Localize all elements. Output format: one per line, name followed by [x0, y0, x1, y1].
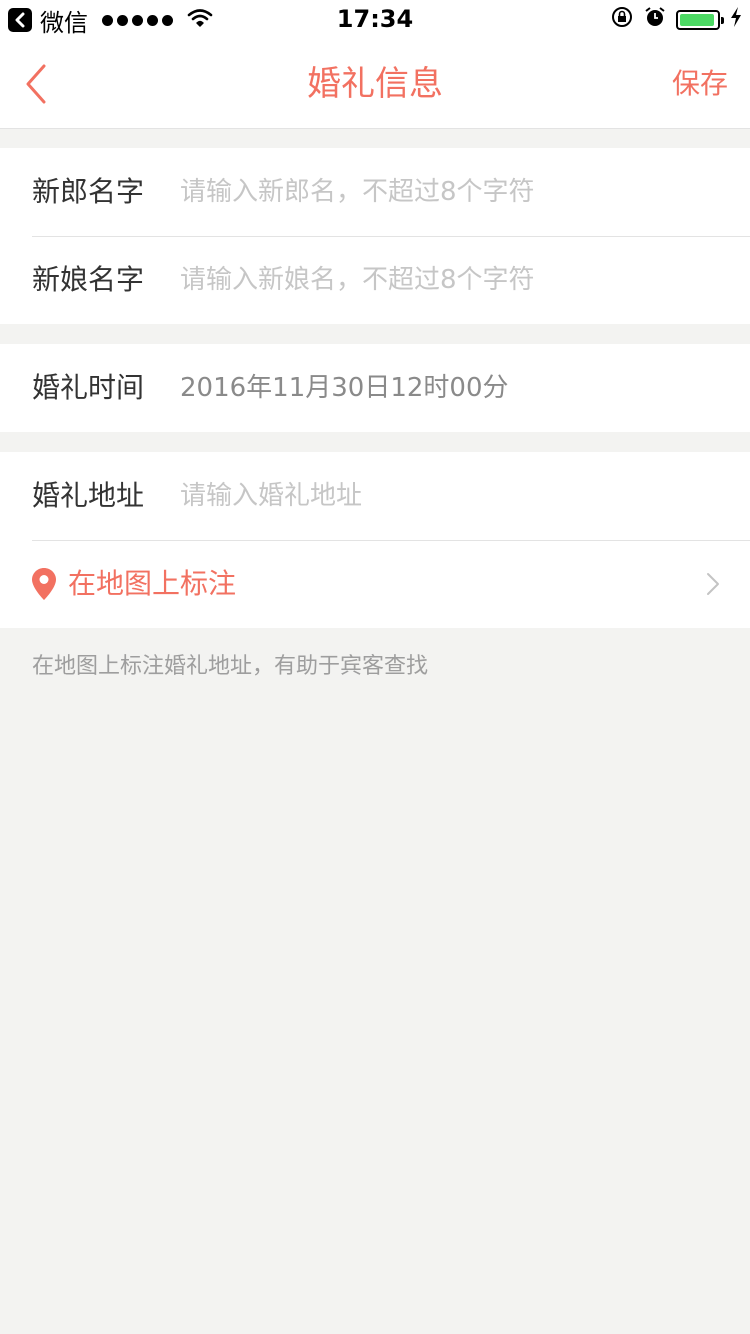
map-hint-text: 在地图上标注婚礼地址，有助于宾客查找: [32, 654, 429, 679]
groom-name-input[interactable]: 请输入新郎名，不超过8个字符: [180, 148, 535, 236]
location-pin-icon: [32, 568, 56, 600]
wedding-address-label: 婚礼地址: [32, 479, 145, 512]
page-title: 婚礼信息: [307, 64, 443, 104]
bride-name-input[interactable]: 请输入新娘名，不超过8个字符: [180, 236, 535, 324]
groom-name-row[interactable]: 新郎名字 请输入新郎名，不超过8个字符: [0, 148, 750, 236]
wedding-address-row[interactable]: 婚礼地址 请输入婚礼地址: [0, 452, 750, 540]
nav-bar: 婚礼信息 保存: [0, 40, 750, 129]
time-group: 婚礼时间 2016年11月30日12时00分: [0, 344, 750, 432]
rotation-lock-icon: [610, 5, 634, 36]
charging-icon: [730, 5, 742, 35]
chevron-left-icon[interactable]: [22, 64, 56, 104]
battery-icon: [676, 10, 724, 30]
map-mark-label: 在地图上标注: [68, 567, 237, 600]
wedding-time-label: 婚礼时间: [32, 371, 145, 404]
bride-name-row[interactable]: 新娘名字 请输入新娘名，不超过8个字符: [0, 236, 750, 324]
bride-name-label: 新娘名字: [32, 263, 145, 296]
status-bar: 微信 17:34: [0, 0, 750, 40]
wedding-time-value[interactable]: 2016年11月30日12时00分: [180, 344, 509, 432]
chevron-right-icon: [706, 572, 720, 596]
names-group: 新郎名字 请输入新郎名，不超过8个字符 新娘名字 请输入新娘名，不超过8个字符: [0, 148, 750, 324]
save-button[interactable]: 保存: [672, 40, 728, 128]
wedding-address-input[interactable]: 请输入婚礼地址: [180, 452, 362, 540]
groom-name-label: 新郎名字: [32, 175, 145, 208]
status-right: [610, 5, 742, 36]
wedding-time-row[interactable]: 婚礼时间 2016年11月30日12时00分: [0, 344, 750, 432]
map-mark-row[interactable]: 在地图上标注: [0, 540, 750, 628]
alarm-icon: [644, 5, 666, 35]
address-group: 婚礼地址 请输入婚礼地址 在地图上标注: [0, 452, 750, 628]
